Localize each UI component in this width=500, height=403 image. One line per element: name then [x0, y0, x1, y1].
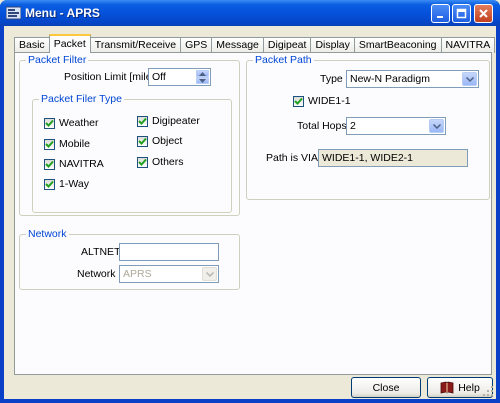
path-type-select[interactable]: New-N Paradigm [346, 70, 479, 88]
network-dropdown-button[interactable] [202, 267, 217, 281]
wide1-1-label: WIDE1-1 [308, 95, 351, 107]
maximize-button[interactable] [452, 4, 471, 23]
path-type-dropdown-button[interactable] [462, 72, 477, 86]
packet-tab-panel: Packet Filter Position Limit [mile] Off … [14, 52, 492, 375]
packet-filter-group: Packet Filter Position Limit [mile] Off … [19, 54, 240, 216]
chevron-down-icon [199, 78, 206, 83]
position-limit-spinner[interactable]: Off [148, 68, 211, 86]
tab-display[interactable]: Display [310, 37, 355, 53]
window-title: Menu - APRS [25, 6, 100, 20]
path-via-value: WIDE1-1, WIDE2-1 [318, 149, 468, 167]
object-checkbox[interactable] [137, 136, 148, 147]
title-bar[interactable]: Menu - APRS [0, 0, 500, 26]
minimize-icon [437, 16, 443, 18]
close-icon [479, 9, 488, 18]
dialog-body: Basic Packet Transmit/Receive GPS Messag… [4, 26, 496, 399]
wide1-1-checkbox[interactable] [293, 96, 304, 107]
digipeater-label: Digipeater [152, 115, 200, 127]
one-way-checkbox[interactable] [44, 179, 55, 190]
network-label: Network [77, 268, 116, 280]
others-label: Others [152, 156, 184, 168]
checkmark-icon [138, 158, 147, 166]
checkmark-icon [45, 160, 54, 168]
help-book-icon [440, 381, 454, 394]
tab-navitra[interactable]: NAVITRA [440, 37, 496, 53]
packet-path-group: Packet Path Type New-N Paradigm WIDE1-1 … [246, 54, 490, 200]
checkmark-icon [294, 97, 303, 105]
path-type-label: Type [320, 73, 343, 85]
others-checkbox[interactable] [137, 157, 148, 168]
altnet-label: ALTNET [81, 246, 121, 258]
packet-filter-type-group: Packet Filer Type Weather Digipeater Mob… [32, 93, 232, 213]
chevron-down-icon [432, 123, 441, 129]
path-via-label: Path is VIA : [266, 152, 324, 164]
checkmark-icon [45, 119, 54, 127]
network-legend: Network [26, 228, 69, 240]
tab-packet[interactable]: Packet [48, 34, 91, 53]
close-window-button[interactable] [474, 4, 493, 23]
app-icon [6, 6, 21, 20]
tab-strip: Basic Packet Transmit/Receive GPS Messag… [14, 34, 496, 53]
chevron-down-icon [205, 271, 214, 277]
tab-gps[interactable]: GPS [180, 37, 213, 53]
network-select[interactable]: APRS [119, 265, 219, 283]
tab-smartbeaconing[interactable]: SmartBeaconing [353, 37, 442, 53]
navitra-label: NAVITRA [59, 158, 104, 170]
app-window: Menu - APRS Basic Packet Transmit/Receiv… [0, 0, 500, 403]
minimize-button[interactable] [431, 4, 450, 23]
tab-basic[interactable]: Basic [14, 37, 50, 53]
checkmark-icon [45, 180, 54, 188]
spinner-arrows[interactable] [196, 70, 209, 84]
navitra-checkbox[interactable] [44, 159, 55, 170]
mobile-label: Mobile [59, 138, 90, 150]
altnet-input[interactable] [119, 243, 219, 261]
total-hops-dropdown-button[interactable] [429, 119, 444, 133]
spin-down-button[interactable] [196, 77, 209, 84]
network-group: Network ALTNET Network APRS [19, 228, 240, 290]
tab-digipeat[interactable]: Digipeat [262, 37, 312, 53]
mobile-checkbox[interactable] [44, 139, 55, 150]
checkmark-icon [45, 140, 54, 148]
resize-grip-icon[interactable] [482, 385, 494, 397]
position-limit-label: Position Limit [mile] [64, 71, 155, 83]
packet-filter-type-legend: Packet Filer Type [39, 93, 124, 105]
weather-label: Weather [59, 117, 99, 129]
checkmark-icon [138, 117, 147, 125]
chevron-down-icon [465, 76, 474, 82]
help-button-label: Help [458, 381, 480, 394]
packet-filter-legend: Packet Filter [26, 54, 89, 66]
chevron-up-icon [199, 71, 206, 76]
tab-transmit-receive[interactable]: Transmit/Receive [89, 37, 182, 53]
close-button[interactable]: Close [351, 377, 421, 398]
position-limit-value: Off [152, 71, 166, 83]
one-way-label: 1-Way [59, 178, 89, 190]
total-hops-label: Total Hops [297, 120, 347, 132]
maximize-icon [456, 8, 467, 19]
object-label: Object [152, 135, 183, 147]
checkmark-icon [138, 137, 147, 145]
spin-up-button[interactable] [196, 70, 209, 77]
network-value: APRS [123, 268, 152, 280]
digipeater-checkbox[interactable] [137, 116, 148, 127]
total-hops-value: 2 [350, 120, 356, 132]
packet-path-legend: Packet Path [253, 54, 314, 66]
weather-checkbox[interactable] [44, 118, 55, 129]
total-hops-select[interactable]: 2 [346, 117, 446, 135]
close-button-label: Close [372, 381, 400, 394]
path-type-value: New-N Paradigm [350, 73, 430, 85]
tab-message[interactable]: Message [211, 37, 264, 53]
